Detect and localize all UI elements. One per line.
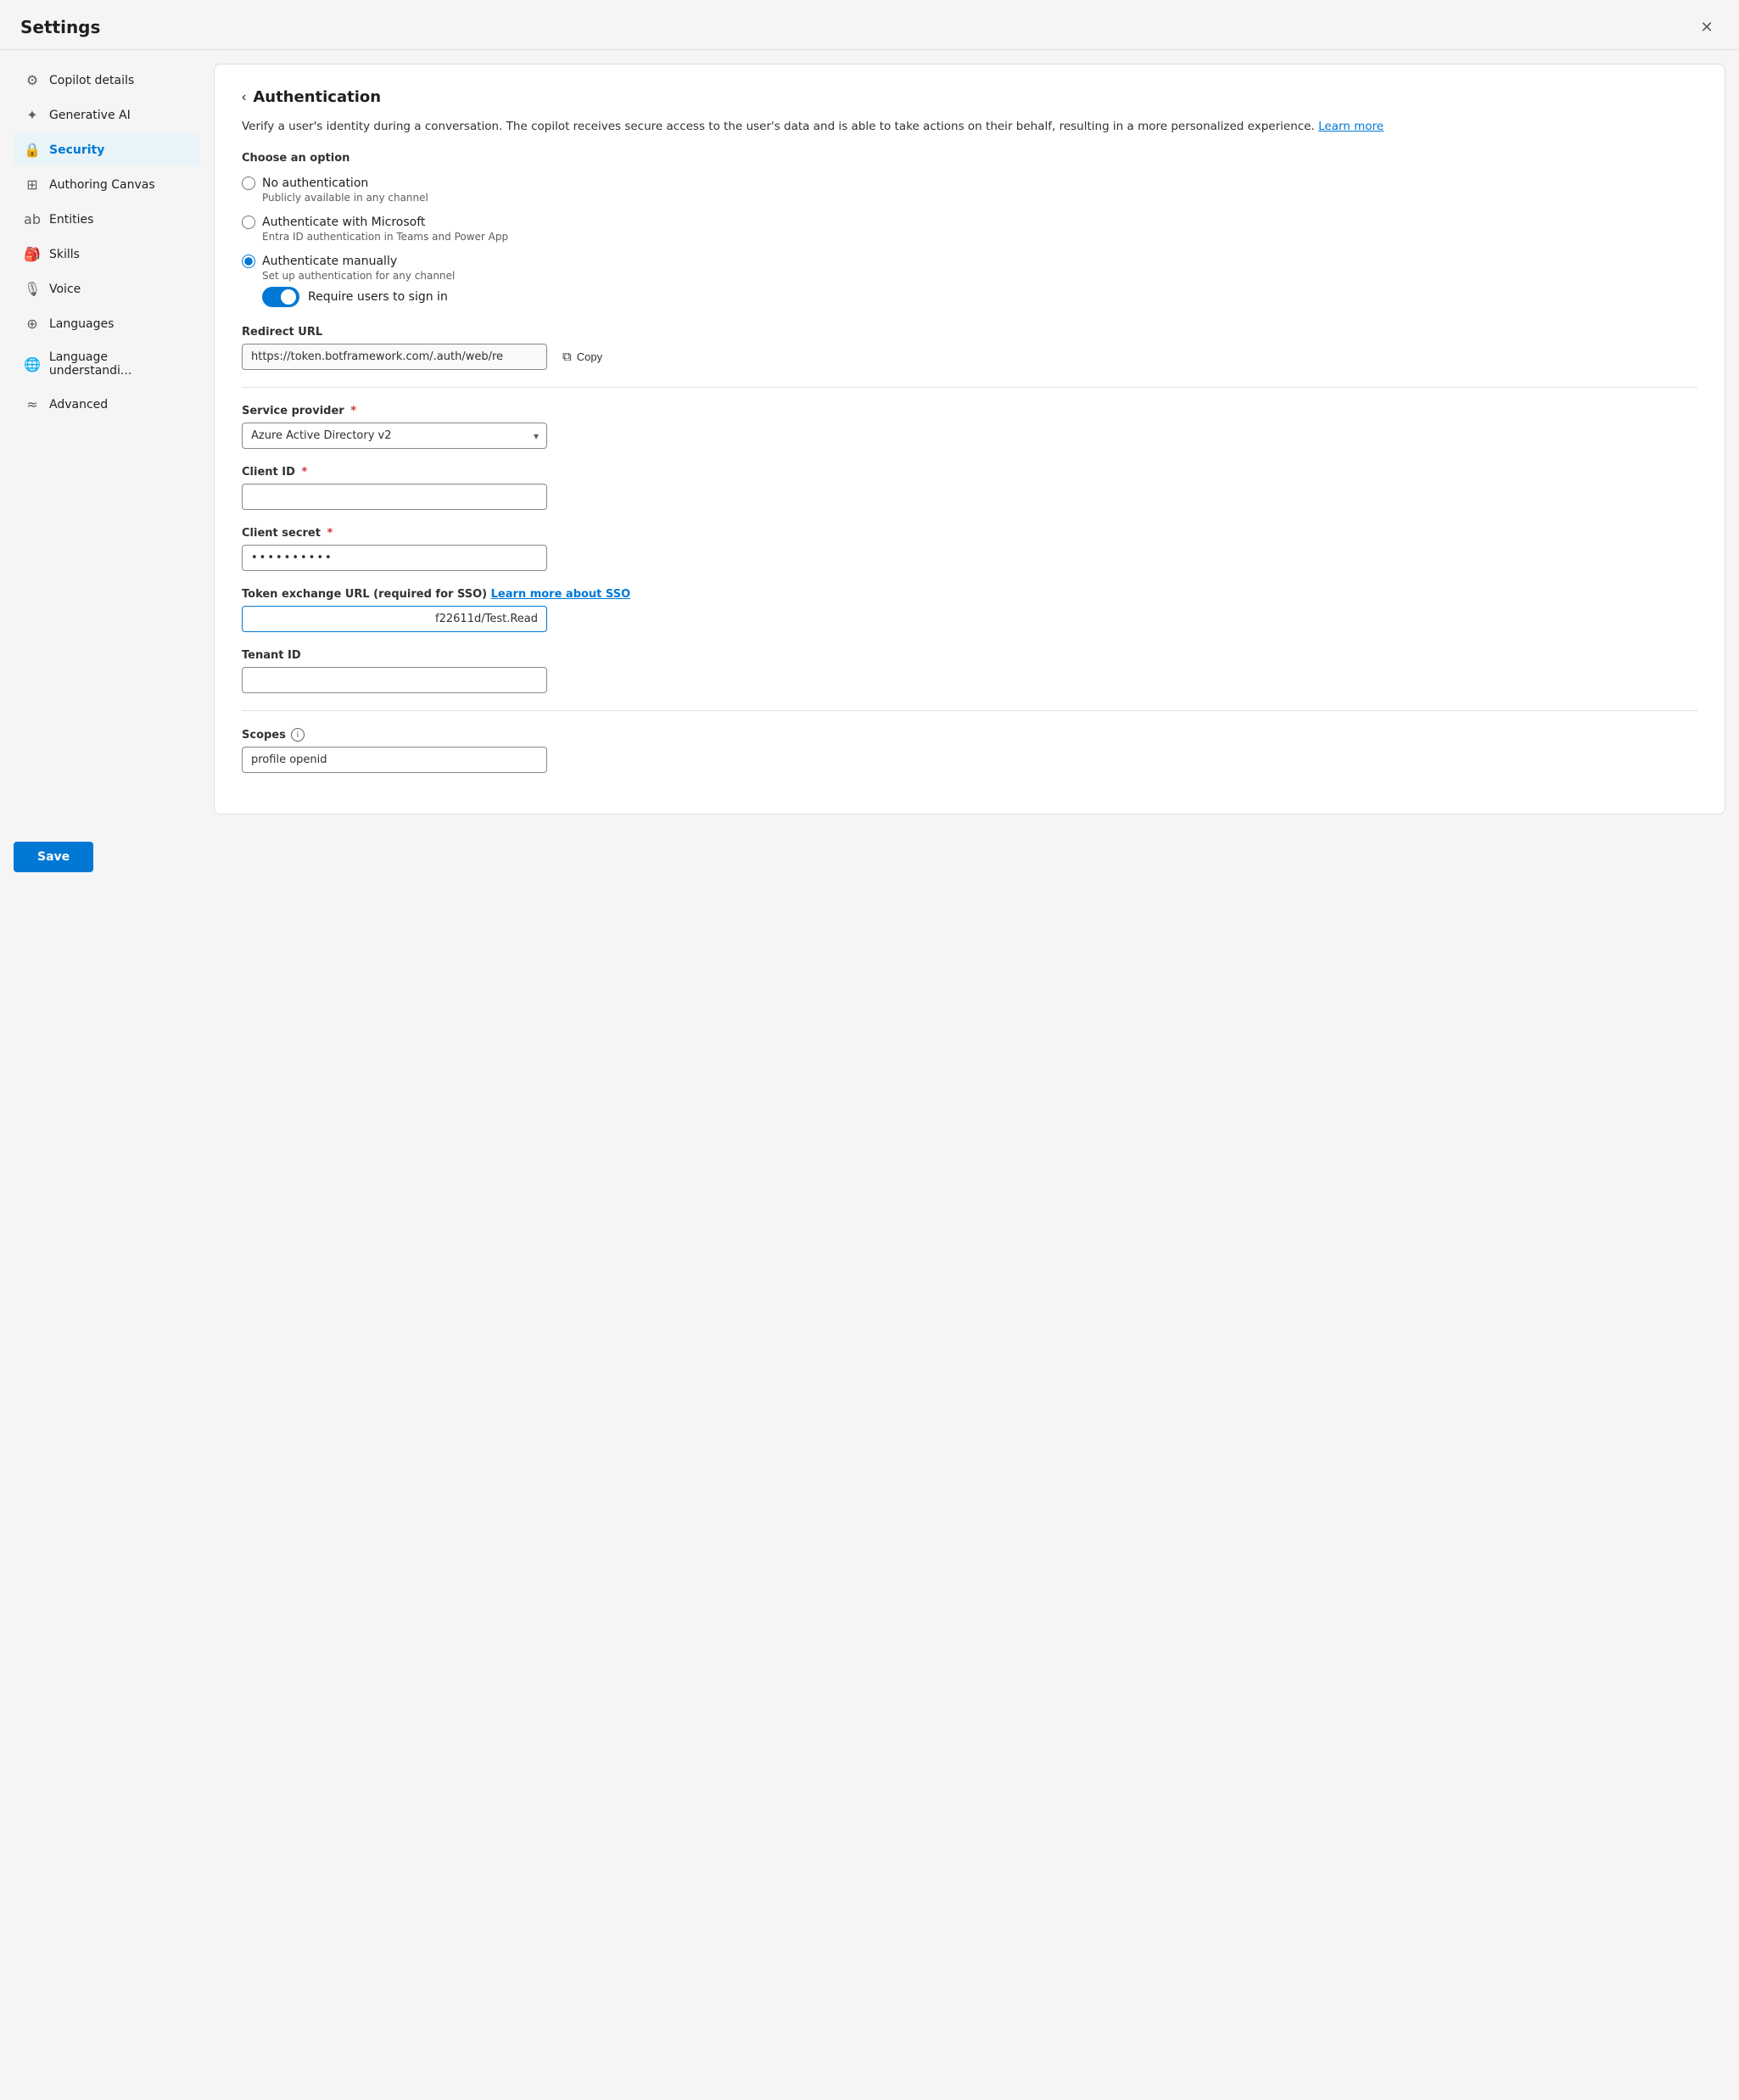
sidebar-item-authoring-canvas[interactable]: ⊞ Authoring Canvas <box>14 168 200 201</box>
sidebar-item-advanced[interactable]: ≈ Advanced <box>14 388 200 421</box>
tenant-id-label: Tenant ID <box>242 649 1697 662</box>
copy-label: Copy <box>577 350 602 363</box>
sidebar-label-generative-ai: Generative AI <box>49 109 131 122</box>
redirect-url-row: ⧉ Copy <box>242 344 1697 370</box>
main-content: ‹ Authentication Verify a user's identit… <box>214 64 1725 815</box>
sidebar-icon-skills: 🎒 <box>24 246 41 262</box>
service-provider-select-wrapper: Azure Active Directory v2 Generic OAuth … <box>242 423 547 449</box>
scopes-info-icon[interactable]: i <box>291 728 305 742</box>
back-button[interactable]: ‹ <box>242 90 246 105</box>
service-provider-required: * <box>350 405 356 417</box>
sidebar-item-generative-ai[interactable]: ✦ Generative AI <box>14 98 200 132</box>
client-secret-group: Client secret * <box>242 527 1697 571</box>
toggle-row: Require users to sign in <box>262 287 1697 307</box>
sidebar-icon-generative-ai: ✦ <box>24 107 41 123</box>
redirect-url-label: Redirect URL <box>242 326 1697 339</box>
client-id-required: * <box>301 466 307 479</box>
radio-no-auth-input[interactable] <box>242 176 255 190</box>
tenant-id-group: Tenant ID <box>242 649 1697 693</box>
client-id-input[interactable] <box>242 484 547 510</box>
radio-manual-auth-input[interactable] <box>242 255 255 268</box>
sidebar-item-language-understanding[interactable]: 🌐 Language understandi... <box>14 342 200 386</box>
sidebar-label-voice: Voice <box>49 283 81 296</box>
sidebar-icon-authoring-canvas: ⊞ <box>24 176 41 193</box>
redirect-url-group: Redirect URL ⧉ Copy <box>242 326 1697 370</box>
radio-group: No authentication Publicly available in … <box>242 176 1697 307</box>
sidebar-icon-security: 🔒 <box>24 142 41 158</box>
require-signin-toggle[interactable] <box>262 287 299 307</box>
radio-manual-auth-label[interactable]: Authenticate manually <box>262 255 397 268</box>
sidebar-label-copilot-details: Copilot details <box>49 74 134 87</box>
radio-no-auth-label[interactable]: No authentication <box>262 176 368 190</box>
scopes-input[interactable] <box>242 747 547 773</box>
scopes-label-row: Scopes i <box>242 728 1697 742</box>
radio-microsoft-auth-input[interactable] <box>242 216 255 229</box>
sidebar-item-copilot-details[interactable]: ⚙ Copilot details <box>14 64 200 97</box>
section-description: Verify a user's identity during a conver… <box>242 118 1697 135</box>
radio-microsoft-auth: Authenticate with Microsoft Entra ID aut… <box>242 216 1697 243</box>
save-button[interactable]: Save <box>14 842 93 872</box>
sidebar-label-languages: Languages <box>49 317 114 331</box>
client-secret-label: Client secret * <box>242 527 1697 540</box>
radio-microsoft-auth-sublabel: Entra ID authentication in Teams and Pow… <box>262 231 1697 243</box>
sidebar-icon-advanced: ≈ <box>24 396 41 412</box>
sidebar-icon-voice: 🎙 <box>24 281 41 297</box>
client-id-label: Client ID * <box>242 466 1697 479</box>
tenant-id-input[interactable] <box>242 667 547 693</box>
toggle-label: Require users to sign in <box>308 290 448 304</box>
description-text: Verify a user's identity during a conver… <box>242 120 1315 133</box>
sidebar-item-voice[interactable]: 🎙 Voice <box>14 272 200 305</box>
service-provider-select[interactable]: Azure Active Directory v2 Generic OAuth … <box>242 423 547 449</box>
title-bar: Settings ✕ <box>0 0 1739 49</box>
section-title: Authentication <box>253 88 381 106</box>
token-exchange-url-label: Token exchange URL (required for SSO) Le… <box>242 588 1697 601</box>
sidebar-label-security: Security <box>49 143 104 157</box>
client-id-group: Client ID * <box>242 466 1697 510</box>
window-title: Settings <box>20 17 100 37</box>
copy-icon: ⧉ <box>562 350 572 364</box>
sidebar: ⚙ Copilot details ✦ Generative AI 🔒 Security ⊞… <box>14 64 200 423</box>
learn-more-link[interactable]: Learn more <box>1318 120 1384 133</box>
sidebar-label-authoring-canvas: Authoring Canvas <box>49 178 155 192</box>
scopes-label: Scopes <box>242 729 286 742</box>
sidebar-item-skills[interactable]: 🎒 Skills <box>14 238 200 271</box>
token-input-wrapper <box>242 606 547 632</box>
radio-manual-auth: Authenticate manually Set up authenticat… <box>242 255 1697 307</box>
radio-no-auth: No authentication Publicly available in … <box>242 176 1697 204</box>
sidebar-item-languages[interactable]: ⊕ Languages <box>14 307 200 340</box>
toggle-slider <box>262 287 299 307</box>
client-secret-input[interactable] <box>242 545 547 571</box>
sidebar-item-entities[interactable]: ab Entities <box>14 203 200 236</box>
section-divider-1 <box>242 387 1697 388</box>
footer: Save <box>0 828 1739 886</box>
token-exchange-url-group: Token exchange URL (required for SSO) Le… <box>242 588 1697 632</box>
scopes-group: Scopes i <box>242 728 1697 773</box>
choose-option-label: Choose an option <box>242 152 1697 165</box>
token-exchange-url-input[interactable] <box>242 606 547 632</box>
section-divider-2 <box>242 710 1697 711</box>
sidebar-icon-languages: ⊕ <box>24 316 41 332</box>
redirect-url-input[interactable] <box>242 344 547 370</box>
sidebar-label-language-understanding: Language understandi... <box>49 350 190 378</box>
sidebar-icon-copilot-details: ⚙ <box>24 72 41 88</box>
sidebar-icon-language-understanding: 🌐 <box>24 356 41 372</box>
radio-no-auth-sublabel: Publicly available in any channel <box>262 192 1697 204</box>
client-secret-required: * <box>327 527 333 540</box>
service-provider-group: Service provider * Azure Active Director… <box>242 405 1697 449</box>
token-exchange-learn-more-link[interactable]: Learn more about SSO <box>491 588 631 601</box>
sidebar-label-skills: Skills <box>49 248 80 261</box>
copy-button[interactable]: ⧉ Copy <box>556 344 609 369</box>
service-provider-label: Service provider * <box>242 405 1697 417</box>
section-header: ‹ Authentication <box>242 88 1697 106</box>
sidebar-icon-entities: ab <box>24 211 41 227</box>
sidebar-item-security[interactable]: 🔒 Security <box>14 133 200 166</box>
main-layout: ⚙ Copilot details ✦ Generative AI 🔒 Security ⊞… <box>0 50 1739 828</box>
sidebar-label-advanced: Advanced <box>49 398 108 412</box>
radio-microsoft-auth-label[interactable]: Authenticate with Microsoft <box>262 216 425 229</box>
app-window: Settings ✕ ⚙ Copilot details ✦ Generative A… <box>0 0 1739 2100</box>
sidebar-label-entities: Entities <box>49 213 93 227</box>
radio-manual-auth-sublabel: Set up authentication for any channel <box>262 270 1697 282</box>
close-button[interactable]: ✕ <box>1695 15 1719 39</box>
